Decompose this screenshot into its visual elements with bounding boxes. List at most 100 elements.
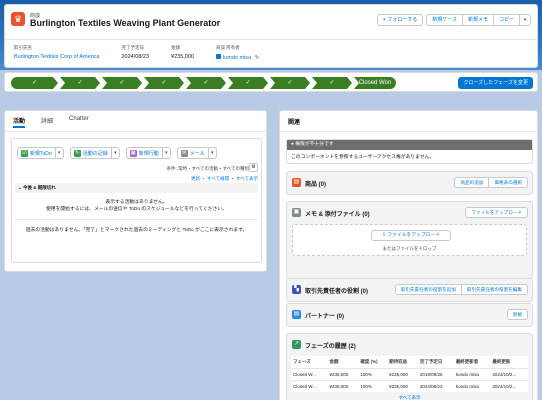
partner-icon: ▤ (292, 310, 301, 319)
table-cell: ¥235,000 (327, 368, 359, 381)
upload-label: ファイルをアップロード (387, 233, 441, 238)
activity-filter-text: 条件: 常時・すべての活動・すべての種別 (166, 166, 249, 171)
log-call-button[interactable]: ✎ 活動の記録 (69, 147, 112, 159)
activity-panel: 活動 詳細 Chatter ☑ 新規ToDo ▾ ✎ 活動の記録 ▾ ▦ 新規行… (4, 110, 267, 272)
view-all-link[interactable]: すべて表示 (287, 392, 532, 400)
field-label: 商談 所有者 (215, 45, 240, 50)
opportunity-crown-icon: ♛ (11, 12, 25, 26)
related-list-partners: ▤ パートナー (0) 新規 (286, 303, 533, 327)
add-contact-role-button[interactable]: 取引先責任者の役割を追加 (394, 284, 462, 295)
table-cell: 100% (358, 380, 388, 392)
product-icon: ▤ (292, 178, 301, 187)
tab-activity[interactable]: 活動 (13, 116, 26, 128)
account-link[interactable]: Burlington Textiles Corp of America (14, 54, 100, 60)
warning-body: このコンポーネントを参照するユーザーアクセス権がありません。 (291, 155, 435, 160)
table-cell: 100% (358, 368, 388, 381)
table-row: Closed W... ¥235,000 100% ¥235,000 2019/… (291, 368, 528, 381)
column-header: 期待収益 (389, 359, 408, 364)
new-partner-button[interactable]: 新規 (506, 309, 528, 320)
follow-button[interactable]: + フォローする (376, 14, 424, 26)
gear-icon[interactable]: ⚙ (249, 163, 258, 172)
activity-buttons: ☑ 新規ToDo ▾ ✎ 活動の記録 ▾ ▦ 新規行動 ▾ ✉ メール ▾ (17, 147, 223, 159)
choose-price-book-button[interactable]: 価格表の選択 (488, 177, 528, 188)
column-header: 確度 (%) (360, 359, 378, 364)
field-value: ¥235,000 (171, 54, 194, 60)
related-divider (280, 131, 537, 132)
log-call-chevron-down-icon[interactable]: ▾ (111, 147, 120, 159)
related-panel: 関連 ● 権限が不十分です このコンポーネントを参照するユーザーアクセス権があり… (279, 110, 538, 400)
path-step[interactable]: ✓ (102, 77, 142, 89)
path-step-current[interactable]: Closed Won (354, 77, 396, 89)
files-title[interactable]: メモ & 添付ファイル (0) (305, 209, 370, 218)
path-step[interactable]: ✓ (186, 77, 226, 89)
activity-composer: ☑ 新規ToDo ▾ ✎ 活動の記録 ▾ ▦ 新規行動 ▾ ✉ メール ▾ 条件… (11, 138, 262, 263)
empty-line-2: 使用を開始するには、メールの送信や ToDo のスケジュールなどを行ってください… (45, 207, 228, 212)
table-cell: Closed W... (291, 380, 328, 392)
log-call-icon: ✎ (73, 149, 81, 157)
change-closed-stage-button[interactable]: クローズしたフェーズを変更 (458, 77, 533, 89)
table-cell: 2019/09/25 (417, 368, 454, 381)
table-row: Closed W... ¥235,000 100% ¥235,000 2024/… (291, 380, 528, 392)
upload-files-button[interactable]: ファイルをアップロード (465, 207, 528, 218)
activity-links[interactable]: 更新 ・ すべて展開 ・ すべて表示 (191, 176, 258, 182)
more-actions-chevron-icon[interactable]: ▾ (519, 14, 531, 26)
path-step[interactable]: ✓ (144, 77, 184, 89)
user-icon (215, 54, 221, 59)
new-task-chevron-down-icon[interactable]: ▾ (55, 147, 64, 159)
email-chevron-down-icon[interactable]: ▾ (208, 147, 217, 159)
new-event-chevron-down-icon[interactable]: ▾ (162, 147, 171, 159)
empty-line-1: 表示する活動はありません。 (105, 200, 168, 205)
field-label: 金額 (171, 45, 181, 50)
change-owner-icon[interactable]: ✎ (255, 55, 260, 61)
record-header: ♛ 商談 Burlington Textiles Weaving Plant G… (4, 4, 538, 68)
path-step[interactable]: ✓ (11, 77, 58, 89)
new-case-button[interactable]: 新規ケース (426, 14, 463, 26)
table-cell: 2024/10/2... (490, 380, 528, 392)
path-step[interactable]: ✓ (60, 77, 100, 89)
file-icon: ▣ (292, 208, 301, 217)
new-task-label: 新規ToDo (30, 150, 52, 157)
products-title[interactable]: 商品 (0) (305, 179, 326, 188)
warning-header: ● 権限が不十分です (287, 140, 532, 150)
related-list-files: ▣ メモ & 添付ファイル (0) ファイルをアップロード ⇪ ファイルをアップ… (286, 201, 533, 279)
path-step[interactable]: ✓ (312, 77, 352, 89)
header-divider (5, 39, 537, 40)
path-steps: ✓ ✓ ✓ ✓ ✓ ✓ ✓ ✓ Closed Won (11, 77, 398, 89)
new-note-button[interactable]: 新規メモ (461, 14, 494, 26)
sales-path: ✓ ✓ ✓ ✓ ✓ ✓ ✓ ✓ Closed Won クローズしたフェーズを変更 (4, 72, 538, 92)
upcoming-overdue-section[interactable]: ⌄ 今後 & 期限切れ (15, 183, 258, 193)
tab-chatter[interactable]: Chatter (69, 116, 89, 128)
file-drop-zone[interactable]: ⇪ ファイルをアップロード またはファイルをドロップ (292, 224, 527, 256)
upload-file-button[interactable]: ⇪ ファイルをアップロード (371, 230, 452, 241)
owner-link[interactable]: kondo misa (223, 55, 251, 61)
edit-contact-role-button[interactable]: 取引先責任者の役割を編集 (460, 284, 528, 295)
field-account: 取引先名 Burlington Textiles Corp of America (14, 45, 100, 61)
field-label: 完了予定日 (121, 45, 145, 50)
new-event-button[interactable]: ▦ 新規行動 (125, 147, 163, 159)
field-label: 取引先名 (14, 45, 32, 50)
log-call-label: 活動の記録 (82, 150, 108, 157)
stage-history-title[interactable]: フェーズの履歴 (2) (305, 341, 356, 350)
tab-details[interactable]: 詳細 (41, 116, 53, 128)
stage-history-table: フェーズ 金額 確度 (%) 期待収益 完了予定日 最終更新者 最終更新 Clo… (291, 356, 528, 392)
path-step[interactable]: ✓ (228, 77, 268, 89)
warning-title: 権限が不十分です (295, 142, 334, 147)
field-value: 2024/08/23 (121, 54, 150, 60)
new-task-button[interactable]: ☑ 新規ToDo (17, 147, 56, 159)
section-label: 今後 & 期限切れ (23, 185, 56, 190)
table-cell: kondo misa (453, 380, 491, 392)
clone-button[interactable]: コピー (492, 14, 520, 26)
email-button[interactable]: ✉ メール (176, 147, 209, 159)
contact-roles-title[interactable]: 取引先責任者の役割 (0) (305, 286, 368, 295)
path-step[interactable]: ✓ (270, 77, 310, 89)
header-actions: + フォローする 新規ケース 新規メモ コピー ▾ (376, 14, 531, 26)
column-header: 最終更新 (492, 359, 511, 364)
email-label: メール (189, 150, 205, 157)
record-title: Burlington Textiles Weaving Plant Genera… (30, 18, 221, 28)
partners-title[interactable]: パートナー (0) (305, 311, 344, 320)
related-list-products: ▤ 商品 (0) 商品の追加 価格表の選択 (286, 171, 533, 195)
highlight-fields: 取引先名 Burlington Textiles Corp of America… (14, 45, 281, 61)
record-tabs: 活動 詳細 Chatter (13, 116, 105, 128)
add-product-button[interactable]: 商品の追加 (454, 177, 490, 188)
related-list-contact-roles: ▚ 取引先責任者の役割 (0) 取引先責任者の役割を追加 取引先責任者の役割を編… (286, 278, 533, 302)
